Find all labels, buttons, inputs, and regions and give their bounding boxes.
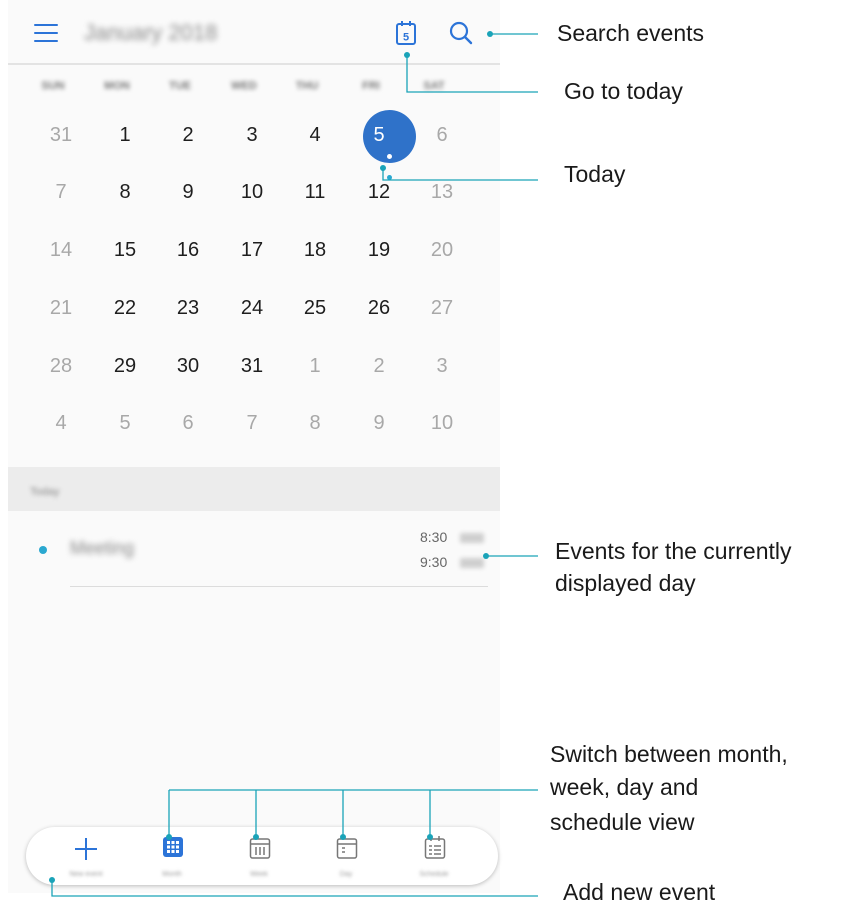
callout-dot xyxy=(427,834,433,840)
callout-line-today-button xyxy=(406,55,538,93)
callout-line-today xyxy=(382,168,538,181)
annotation-switch-line2: week, day and xyxy=(550,774,699,800)
annotation-switch-line3: schedule view xyxy=(550,809,695,835)
callout-dot xyxy=(380,165,386,171)
callout-dot xyxy=(49,877,55,883)
annotation-switch-line1: Switch between month, xyxy=(550,741,788,767)
callout-dot xyxy=(487,31,493,37)
callout-dot xyxy=(483,553,489,559)
annotation-today: Today xyxy=(564,161,626,187)
annotation-events-line1: Events for the currently xyxy=(555,538,792,564)
callout-dot xyxy=(166,834,172,840)
callout-lines xyxy=(49,31,538,897)
annotation-events-line2: displayed day xyxy=(555,570,696,596)
callout-dot xyxy=(253,834,259,840)
annotation-add-event: Add new event xyxy=(563,879,716,905)
annotation-go-to-today: Go to today xyxy=(564,78,683,104)
callout-dot xyxy=(404,52,410,58)
annotation-search-events: Search events xyxy=(557,20,705,46)
callout-dot xyxy=(340,834,346,840)
callout-line-add xyxy=(51,880,538,897)
